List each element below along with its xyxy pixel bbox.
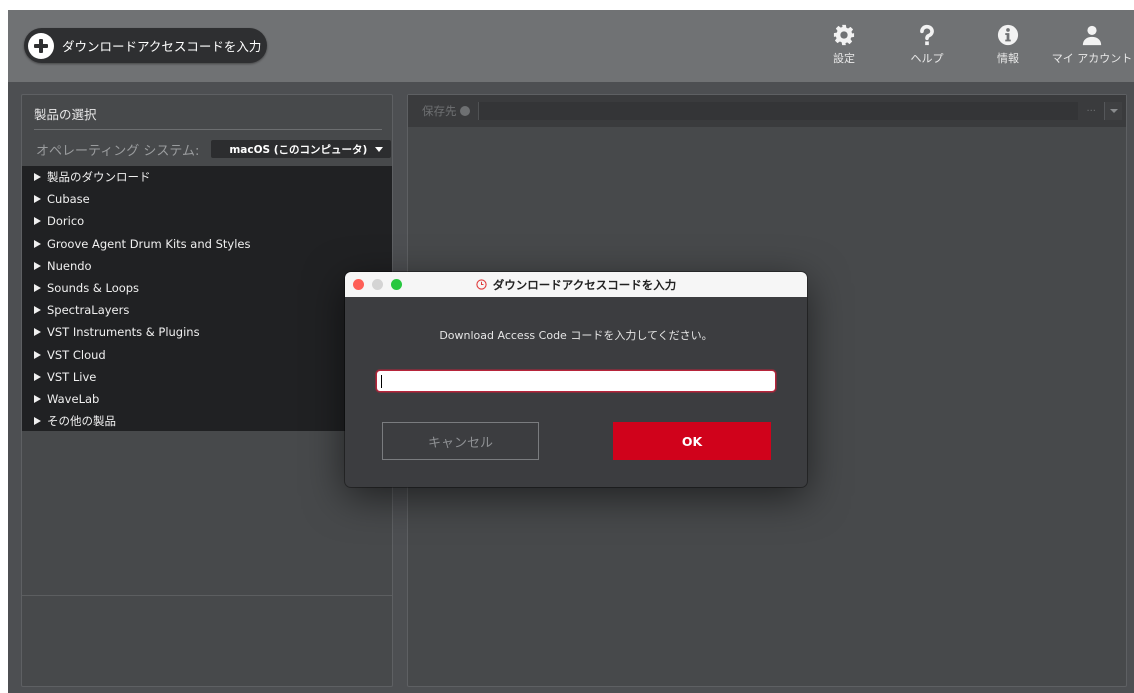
dialog-titlebar: ダウンロードアクセスコードを入力 [345, 272, 807, 297]
access-code-dialog: ダウンロードアクセスコードを入力 Download Access Code コー… [345, 272, 807, 487]
clock-icon [476, 279, 487, 290]
minimize-window-button[interactable] [372, 279, 383, 290]
close-window-button[interactable] [353, 279, 364, 290]
dialog-title-wrap: ダウンロードアクセスコードを入力 [476, 277, 676, 293]
text-cursor [381, 375, 382, 388]
dialog-prompt: Download Access Code コードを入力してください。 [439, 329, 713, 342]
ok-button[interactable]: OK [613, 422, 771, 460]
cancel-button[interactable]: キャンセル [382, 422, 539, 460]
window-controls [353, 279, 402, 290]
zoom-window-button[interactable] [391, 279, 402, 290]
access-code-input[interactable] [376, 370, 776, 392]
dialog-title: ダウンロードアクセスコードを入力 [492, 277, 677, 292]
